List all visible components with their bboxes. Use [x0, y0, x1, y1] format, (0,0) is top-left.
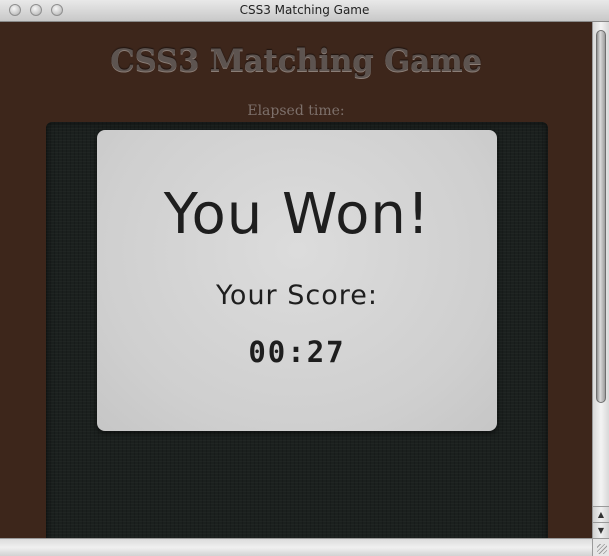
elapsed-time-label: Elapsed time:: [247, 103, 345, 119]
resize-grip-icon: [597, 544, 607, 554]
browser-window: CSS3 Matching Game CSS3 Matching Game El…: [0, 0, 609, 556]
you-won-dialog: You Won! Your Score: 00:27: [97, 130, 497, 431]
resize-grip[interactable]: [592, 538, 609, 556]
scroll-down-arrow-icon[interactable]: ▼: [593, 522, 609, 538]
vertical-scrollbar[interactable]: ▲ ▼: [592, 22, 609, 538]
score-label: Your Score:: [216, 280, 378, 311]
won-message: You Won!: [163, 182, 431, 247]
page-content: CSS3 Matching Game Elapsed time: You Won…: [0, 22, 592, 538]
score-value: 00:27: [248, 335, 346, 369]
scroll-up-arrow-icon[interactable]: ▲: [593, 506, 609, 522]
vertical-scroll-thumb[interactable]: [596, 30, 606, 403]
horizontal-scrollbar[interactable]: [0, 538, 592, 556]
title-bar[interactable]: CSS3 Matching Game: [0, 0, 609, 22]
window-title: CSS3 Matching Game: [239, 3, 370, 17]
page-title: CSS3 Matching Game: [110, 43, 482, 79]
